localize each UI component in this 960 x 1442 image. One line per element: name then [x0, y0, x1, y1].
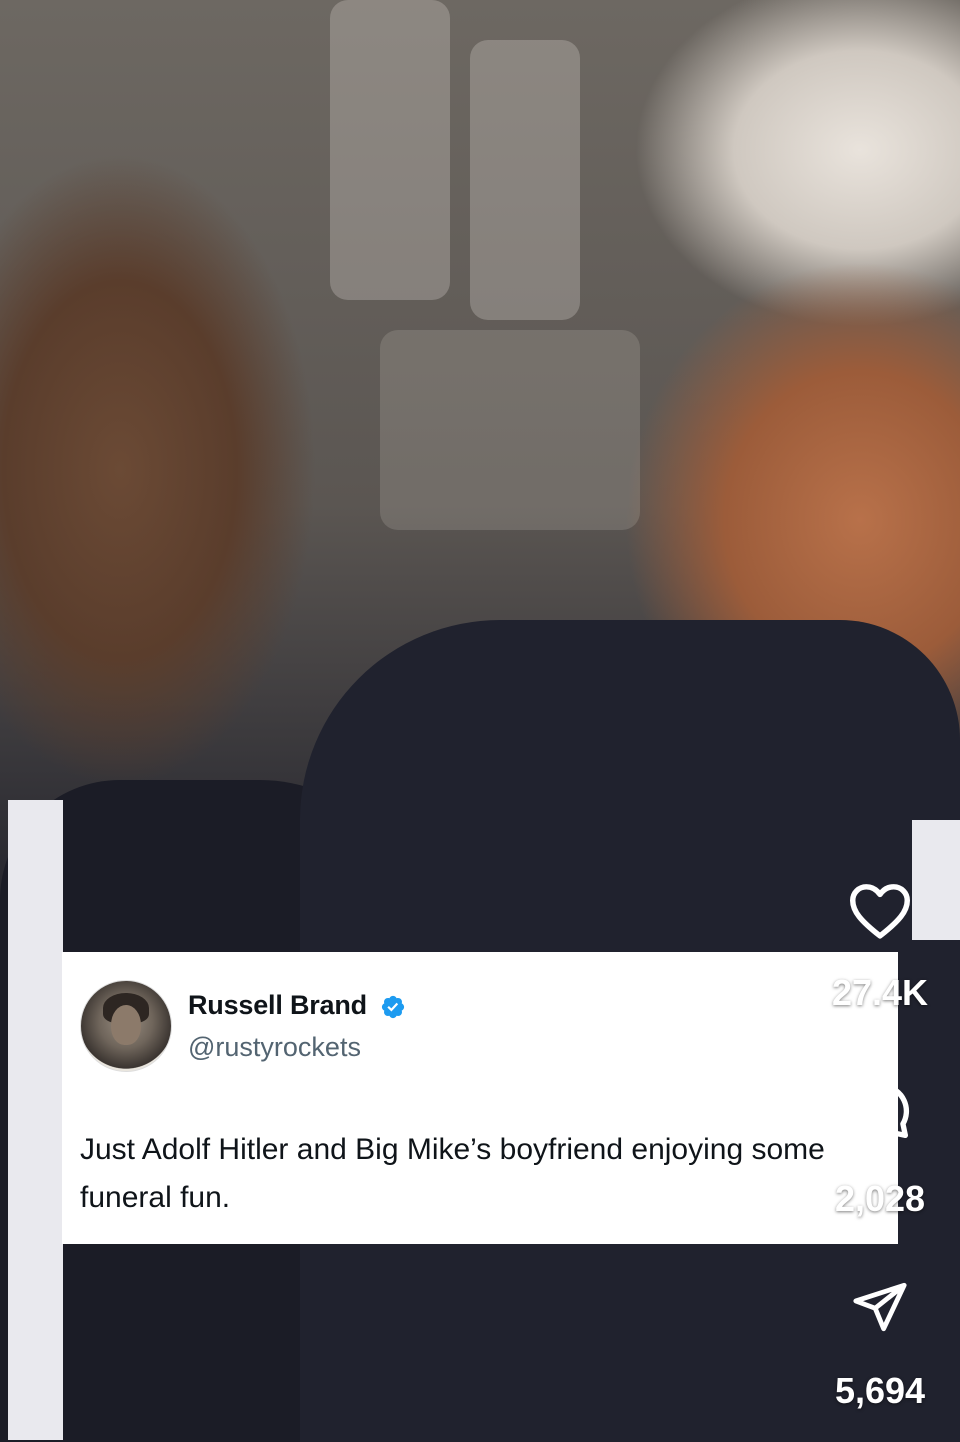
like-button[interactable]: 27.4K: [810, 880, 950, 1014]
share-button[interactable]: 5,694: [810, 1278, 950, 1412]
avatar-face: [111, 1005, 141, 1045]
send-icon: [853, 1282, 907, 1332]
background-column: [470, 40, 580, 320]
background-pew: [380, 330, 640, 530]
background-column: [330, 0, 450, 300]
heart-icon: [850, 884, 910, 939]
left-person-shirt: [8, 800, 63, 1440]
author-handle: @rustyrockets: [188, 1032, 361, 1062]
tweet-text: Just Adolf Hitler and Big Mike’s boyfrie…: [80, 1133, 825, 1214]
like-count: 27.4K: [831, 972, 929, 1013]
author-name-row: Russell Brand: [188, 990, 406, 1021]
tweet-card: Russell Brand @rustyrockets Just Adolf H…: [62, 952, 898, 1244]
comment-bubble-icon: [853, 1083, 910, 1140]
avatar: [80, 980, 172, 1072]
verified-badge-icon: [382, 995, 405, 1018]
comment-button[interactable]: 2,028: [810, 1078, 950, 1220]
author-name: Russell Brand: [188, 990, 367, 1020]
comment-count: 2,028: [834, 1178, 926, 1219]
share-count: 5,694: [834, 1370, 926, 1411]
